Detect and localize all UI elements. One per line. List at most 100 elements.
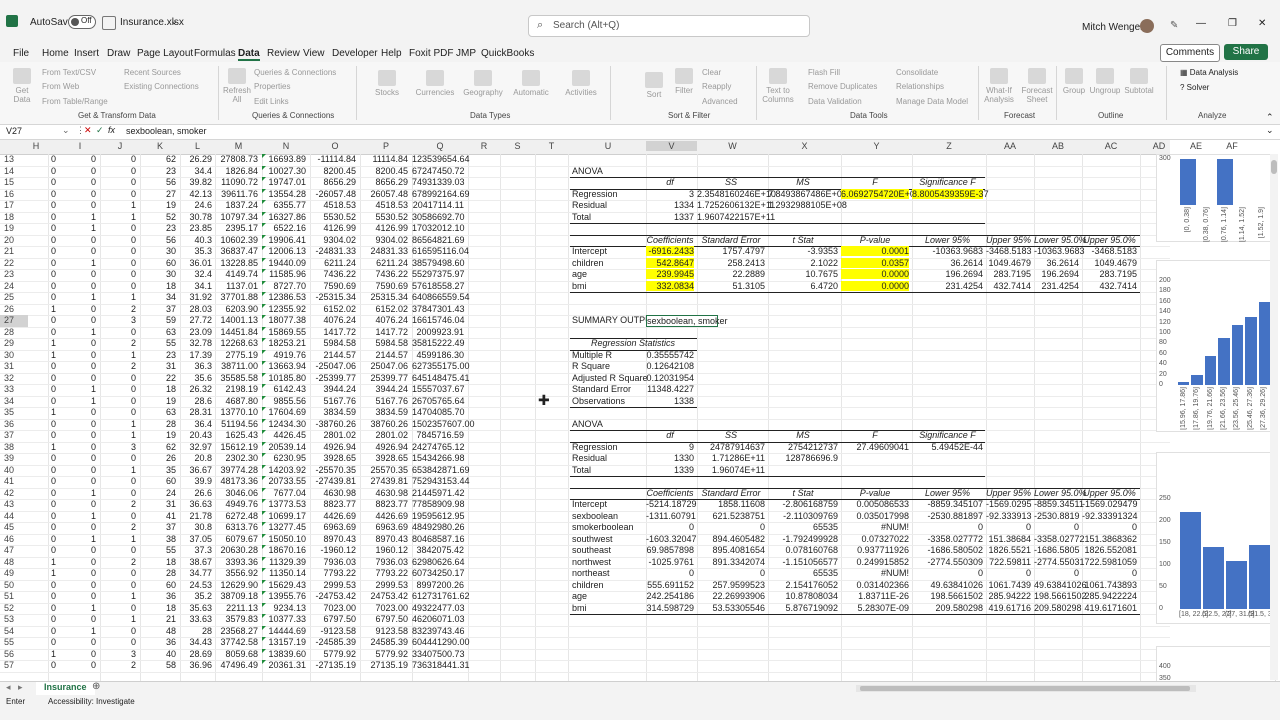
stat-cell[interactable]: 0 [912,568,983,578]
error-indicator-icon[interactable] [262,349,266,354]
error-indicator-icon[interactable] [262,177,266,181]
tab-draw[interactable]: Draw [107,48,130,59]
stat-cell[interactable]: 5.28307E-09 [841,603,909,613]
stat-cell[interactable]: 9 [646,442,694,452]
table-cell[interactable]: 36.63 [180,499,212,509]
table-cell[interactable]: 37 [140,522,176,532]
table-cell[interactable]: 0 [100,603,136,613]
table-cell[interactable]: 48 [140,626,176,636]
table-cell[interactable]: 616595116.04 [412,246,469,256]
cancel-icon[interactable]: ✕ [84,125,92,136]
table-cell[interactable]: 13773.53 [262,499,306,509]
stat-cell[interactable]: 65535 [768,522,838,532]
table-cell[interactable]: 30586692.70 [412,212,465,222]
table-cell[interactable]: 39774.28 [215,465,258,475]
table-cell[interactable]: 1 [24,649,56,659]
stat-cell[interactable]: 1.71286E+11 [697,453,765,463]
tab-foxit-pdf[interactable]: Foxit PDF [409,48,453,59]
table-cell[interactable]: 3928.65 [360,453,408,463]
table-cell[interactable]: 0 [100,189,136,199]
table-cell[interactable]: 55297375.97 [412,269,465,279]
table-cell[interactable]: 74931339.03 [412,177,465,187]
column-header[interactable]: AC [1082,141,1140,151]
table-cell[interactable]: 6522.16 [262,223,306,233]
table-cell[interactable]: 19440.09 [262,258,306,268]
error-indicator-icon[interactable] [262,510,266,515]
get-data-button[interactable]: Get Data [8,68,36,104]
table-cell[interactable]: 18 [140,384,176,394]
stat-cell[interactable]: 285.94222 [986,591,1031,601]
coef-row-label[interactable]: northeast [572,568,643,578]
table-cell[interactable]: 653842871.69 [412,465,470,475]
table-cell[interactable]: 0 [24,660,56,670]
stat-cell[interactable]: 196.2694 [912,269,983,279]
error-indicator-icon[interactable] [262,602,266,607]
table-cell[interactable]: 8823.77 [360,499,408,509]
table-cell[interactable]: 19 [140,396,176,406]
table-cell[interactable]: 0 [24,154,56,164]
table-cell[interactable]: 1 [24,407,56,417]
error-indicator-icon[interactable] [262,568,266,572]
table-cell[interactable]: 0 [60,235,96,245]
table-cell[interactable]: 0 [24,246,56,256]
table-cell[interactable]: 0 [24,292,56,302]
table-cell[interactable]: 4426.45 [262,430,306,440]
table-cell[interactable]: 2009923.91 [412,327,464,337]
table-cell[interactable]: 0 [24,258,56,268]
table-cell[interactable]: 0 [100,166,136,176]
table-cell[interactable]: 0 [60,499,96,509]
regression-stat-label[interactable]: Standard Error [572,384,643,394]
tab-page-layout[interactable]: Page Layout [137,48,193,59]
table-cell[interactable]: 2999.53 [310,580,356,590]
table-cell[interactable]: 3928.65 [310,453,356,463]
table-cell[interactable]: 38711.00 [215,361,258,371]
table-cell[interactable]: 62 [140,154,176,164]
anova-header[interactable]: MS [768,177,838,187]
table-cell[interactable]: 51194.56 [215,419,258,429]
histogram-bar[interactable] [1180,159,1197,205]
table-cell[interactable]: 4518.53 [310,200,356,210]
column-header[interactable]: Z [912,141,986,151]
stat-cell[interactable]: -92.33391324 [1082,511,1138,521]
table-cell[interactable]: 21445971.42 [412,488,465,498]
scrollbar-thumb[interactable] [1271,160,1277,174]
error-indicator-icon[interactable] [262,200,266,204]
table-cell[interactable]: 4926.94 [360,442,408,452]
table-cell[interactable]: 32.97 [180,442,212,452]
table-cell[interactable]: 1 [60,384,96,394]
reapply-button[interactable]: Reapply [702,82,731,91]
stat-cell[interactable]: 0.0001 [841,246,909,256]
table-cell[interactable]: 6152.02 [310,304,356,314]
table-cell[interactable]: 0 [24,384,56,394]
coef-row-label[interactable]: southwest [572,534,643,544]
table-cell[interactable]: 0 [60,154,96,164]
error-indicator-icon[interactable] [262,384,266,388]
table-cell[interactable]: -25399.77 [310,373,356,383]
table-cell[interactable]: 6203.90 [215,304,258,314]
table-cell[interactable]: 5167.76 [310,396,356,406]
table-cell[interactable]: 10185.80 [262,373,306,383]
table-cell[interactable]: 27808.73 [215,154,258,164]
table-cell[interactable]: 2 [100,499,136,509]
table-cell[interactable]: 56 [140,177,176,187]
tab-formulas[interactable]: Formulas [194,48,236,59]
stat-cell[interactable]: 0.12031954 [646,373,694,383]
table-cell[interactable]: 38760.26 [360,419,408,429]
table-cell[interactable]: 645148475.41 [412,373,470,383]
stat-cell[interactable]: 0 [1082,522,1137,532]
table-cell[interactable]: 40 [140,649,176,659]
table-cell[interactable]: 20539.14 [262,442,306,452]
ribbon-collapse-icon[interactable]: ⌃ [1266,112,1274,123]
error-indicator-icon[interactable] [262,625,266,630]
table-cell[interactable]: 48492980.26 [412,522,465,532]
anova-header[interactable]: df [646,177,694,187]
table-cell[interactable]: 2775.19 [215,350,258,360]
table-cell[interactable]: 19 [140,200,176,210]
error-indicator-icon[interactable] [262,418,266,423]
coef-header[interactable]: Lower 95.0% [1034,235,1087,245]
coef-row-label[interactable]: smokerboolean [572,522,643,532]
histogram-bar[interactable] [1204,356,1217,385]
table-cell[interactable]: 2144.57 [310,350,356,360]
table-cell[interactable]: 36837.47 [215,246,258,256]
table-cell[interactable]: 35 [140,465,176,475]
